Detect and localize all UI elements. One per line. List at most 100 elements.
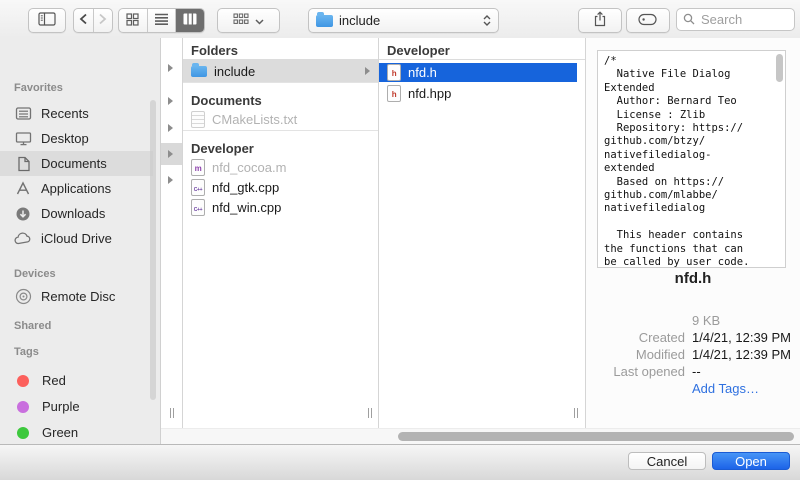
sidebar-item-label: Remote Disc <box>41 289 115 304</box>
preview-pane: /* Native File Dialog Extended Author: B… <box>586 38 800 428</box>
current-folder-label: include <box>339 13 380 28</box>
file-name: include <box>214 64 255 79</box>
folder-icon <box>316 15 333 27</box>
disclosure-arrow-icon <box>168 97 173 105</box>
file-name: nfd_cocoa.m <box>212 160 286 175</box>
sidebar-scrollbar-thumb[interactable] <box>150 100 156 400</box>
metadata-label: Modified <box>586 346 692 363</box>
sidebar-tag-green[interactable]: Green <box>0 420 153 444</box>
metadata-row-modified: Modified 1/4/21, 12:39 PM <box>586 346 800 363</box>
arrange-button[interactable] <box>217 8 280 33</box>
file-row-nfd-gtk[interactable]: C++ nfd_gtk.cpp <box>183 177 378 197</box>
green-tag-icon <box>17 427 29 439</box>
sidebar: Favorites Recents Desktop Documents Appl… <box>0 38 161 444</box>
search-icon <box>683 13 695 25</box>
open-button[interactable]: Open <box>712 452 790 470</box>
metadata-value: -- <box>692 363 701 380</box>
file-row-cmakelists[interactable]: CMakeLists.txt <box>183 109 378 130</box>
forward-button[interactable] <box>93 9 113 32</box>
chevron-right-icon <box>98 13 107 28</box>
sidebar-item-label: Documents <box>41 156 107 171</box>
history-nav-group <box>73 8 113 33</box>
tags-button[interactable] <box>626 8 670 33</box>
open-file-dialog: include Favorites Recents Desktop <box>0 0 800 480</box>
share-icon <box>593 11 607 30</box>
header-file-icon: h <box>387 85 401 102</box>
group-by-icon <box>233 13 249 28</box>
sidebar-item-remote-disc[interactable]: Remote Disc <box>0 284 153 309</box>
chevron-down-icon <box>255 13 264 28</box>
file-row-nfd-h[interactable]: h nfd.h <box>379 63 577 82</box>
sidebar-toggle-icon <box>38 12 56 29</box>
column-resize-handle[interactable] <box>572 408 580 420</box>
disclosure-arrow-icon <box>168 176 173 184</box>
browser-column-folders: Folders include Documents CMakeLists.txt… <box>183 38 379 428</box>
section-label-shared: Shared <box>14 320 51 333</box>
sidebar-item-icloud-drive[interactable]: iCloud Drive <box>0 226 153 251</box>
toggle-sidebar-button[interactable] <box>28 8 66 33</box>
tag-label: Green <box>42 425 78 440</box>
sidebar-tag-purple[interactable]: Purple <box>0 394 153 419</box>
grid-view-icon <box>126 13 139 29</box>
list-view-button[interactable] <box>147 9 176 32</box>
metadata-label: Last opened <box>586 363 692 380</box>
sidebar-item-label: Recents <box>41 106 89 121</box>
sidebar-item-downloads[interactable]: Downloads <box>0 201 153 226</box>
preview-scrollbar-thumb[interactable] <box>776 54 783 82</box>
file-name: nfd_win.cpp <box>212 200 281 215</box>
sidebar-item-label: Desktop <box>41 131 89 146</box>
column-group-header: Developer <box>379 38 585 60</box>
column-group-header: Documents <box>183 83 378 109</box>
metadata-row-last-opened: Last opened -- <box>586 363 800 380</box>
chevron-left-icon <box>79 13 88 28</box>
file-row-include[interactable]: include <box>183 60 378 82</box>
cancel-button[interactable]: Cancel <box>628 452 706 470</box>
popup-updown-icon <box>483 15 491 26</box>
file-size: 9 KB <box>692 312 720 329</box>
tag-label: Purple <box>42 399 80 414</box>
back-button[interactable] <box>74 9 93 32</box>
column-view-button[interactable] <box>175 9 204 32</box>
icon-view-button[interactable] <box>119 9 147 32</box>
search-field-wrap <box>676 8 795 31</box>
recents-icon <box>14 105 32 123</box>
column-resize-handle[interactable] <box>168 408 176 420</box>
sidebar-item-label: Downloads <box>41 206 105 221</box>
disclosure-arrow-icon <box>168 124 173 132</box>
file-name: nfd_gtk.cpp <box>212 180 279 195</box>
cpp-file-icon: C++ <box>191 179 205 196</box>
horizontal-scrollbar-thumb[interactable] <box>398 432 794 441</box>
cpp-file-icon: C++ <box>191 199 205 216</box>
file-row-nfd-win[interactable]: C++ nfd_win.cpp <box>183 197 378 217</box>
current-folder-popup[interactable]: include <box>308 8 499 33</box>
file-name: nfd.h <box>408 65 437 80</box>
purple-tag-icon <box>17 401 29 413</box>
document-icon <box>14 155 32 173</box>
metadata-row-size: 9 KB <box>586 312 800 329</box>
icloud-icon <box>14 230 32 248</box>
add-tags-link[interactable]: Add Tags… <box>692 380 759 397</box>
disclosure-arrow-icon <box>365 67 370 75</box>
file-row-nfd-cocoa[interactable]: m nfd_cocoa.m <box>183 157 378 177</box>
disc-icon <box>14 288 32 306</box>
section-label-favorites: Favorites <box>14 82 63 95</box>
sidebar-item-desktop[interactable]: Desktop <box>0 126 153 151</box>
sidebar-item-recents[interactable]: Recents <box>0 101 153 126</box>
browser-column-developer: Developer h nfd.h h nfd.hpp <box>379 38 586 428</box>
header-file-icon: h <box>387 64 401 81</box>
column-resize-handle[interactable] <box>366 408 374 420</box>
applications-icon <box>14 180 32 198</box>
sidebar-tag-red[interactable]: Red <box>0 368 153 393</box>
file-content-preview: /* Native File Dialog Extended Author: B… <box>597 50 786 268</box>
share-button[interactable] <box>578 8 622 33</box>
sidebar-item-documents[interactable]: Documents <box>0 151 153 176</box>
column-group-header: Developer <box>183 131 378 157</box>
section-label-devices: Devices <box>14 268 56 281</box>
horizontal-scrollbar[interactable] <box>161 428 800 444</box>
tag-label: Red <box>42 373 66 388</box>
metadata-value: 1/4/21, 12:39 PM <box>692 329 791 346</box>
metadata-label: Created <box>586 329 692 346</box>
sidebar-item-label: Applications <box>41 181 111 196</box>
sidebar-item-applications[interactable]: Applications <box>0 176 153 201</box>
file-row-nfd-hpp[interactable]: h nfd.hpp <box>379 84 585 103</box>
